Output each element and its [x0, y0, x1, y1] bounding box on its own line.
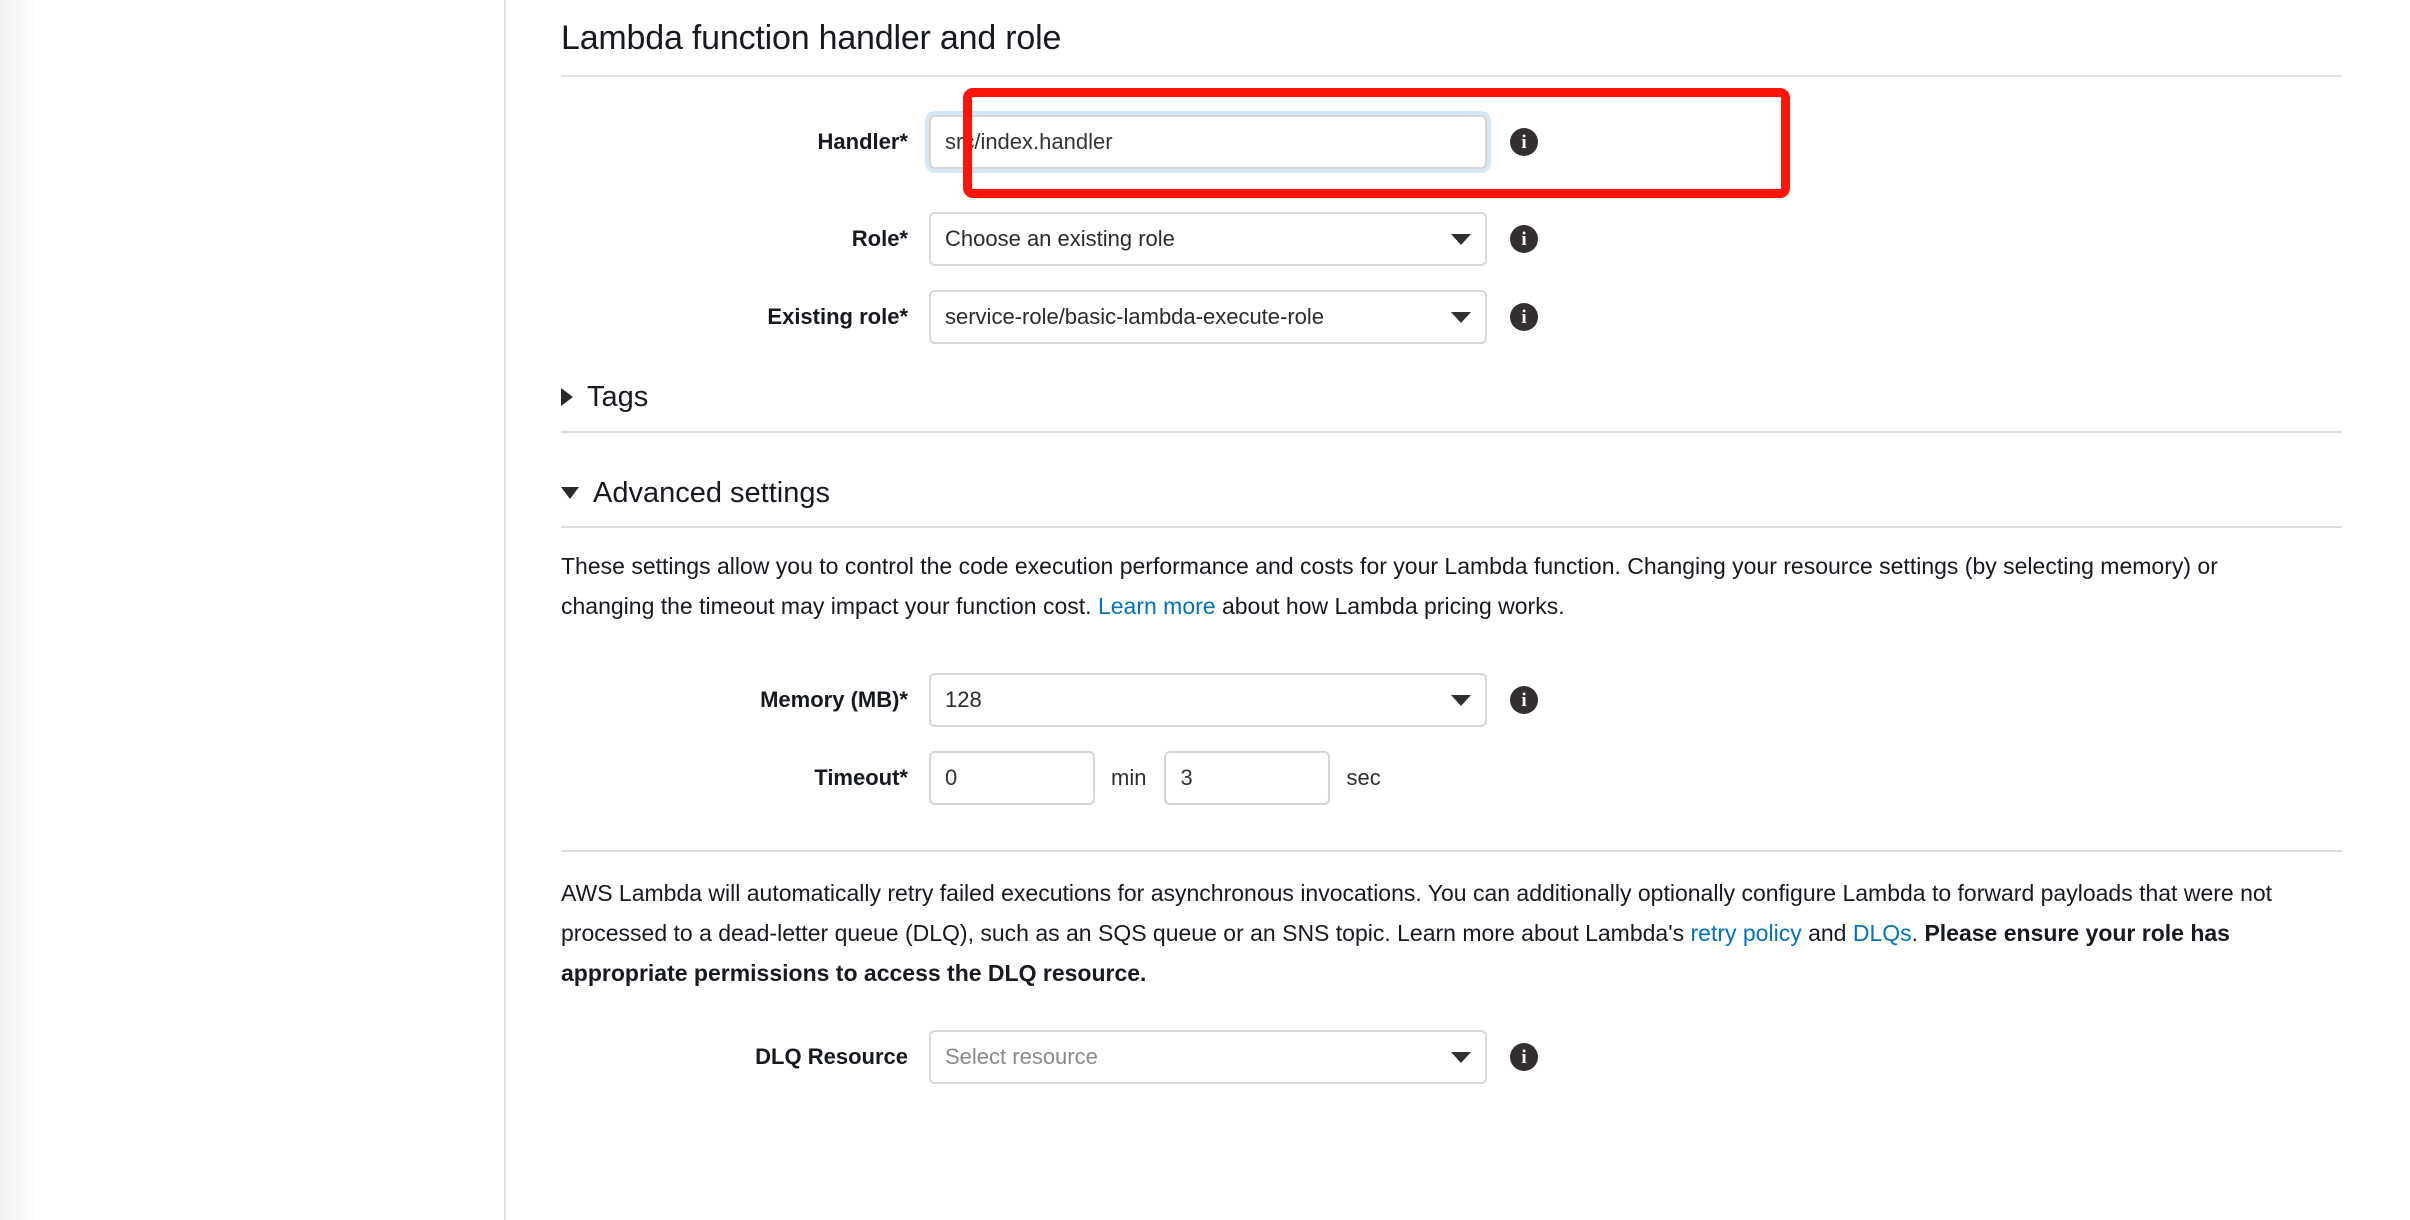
- expander-advanced-settings-label: Advanced settings: [593, 477, 830, 509]
- role-field-wrap: Choose an existing role i: [929, 212, 1538, 266]
- expander-advanced-settings[interactable]: Advanced settings: [561, 475, 2346, 511]
- form-container: Lambda function handler and role Handler…: [561, 0, 2346, 1084]
- memory-row: Memory (MB)* 128 i: [561, 673, 2346, 727]
- advanced-divider: [561, 526, 2342, 528]
- learn-more-link[interactable]: Learn more: [1098, 593, 1216, 619]
- existing-role-row: Existing role* service-role/basic-lambda…: [561, 290, 2346, 344]
- existing-role-select[interactable]: service-role/basic-lambda-execute-role: [929, 290, 1487, 344]
- window-left-edge-shading: [0, 0, 40, 1220]
- handler-input[interactable]: [929, 115, 1487, 169]
- dlq-resource-select[interactable]: Select resource: [929, 1030, 1487, 1084]
- handler-info-icon[interactable]: i: [1510, 128, 1538, 156]
- timeout-seconds-unit: sec: [1346, 765, 1381, 790]
- dlq-resource-label: DLQ Resource: [755, 1044, 908, 1069]
- memory-select-value: 128: [945, 687, 982, 712]
- timeout-minutes-input[interactable]: [929, 751, 1095, 805]
- existing-role-select-value: service-role/basic-lambda-execute-role: [945, 304, 1325, 329]
- retry-policy-link[interactable]: retry policy: [1691, 920, 1802, 946]
- timeout-field-wrap: min sec: [929, 751, 1381, 805]
- memory-info-icon[interactable]: i: [1510, 686, 1538, 714]
- dlq-resource-field-wrap: Select resource i: [929, 1030, 1538, 1084]
- role-info-icon[interactable]: i: [1510, 225, 1538, 253]
- chevron-down-icon: [1451, 694, 1471, 706]
- existing-role-label: Existing role*: [767, 304, 908, 329]
- timeout-minutes-unit: min: [1111, 765, 1147, 790]
- memory-field-wrap: 128 i: [929, 673, 1538, 727]
- memory-select[interactable]: 128: [929, 673, 1487, 727]
- main-content-pane: Lambda function handler and role Handler…: [506, 0, 2410, 1220]
- page-root: Lambda function handler and role Handler…: [0, 0, 2410, 1220]
- role-select[interactable]: Choose an existing role: [929, 212, 1487, 266]
- handler-row: Handler* i: [561, 115, 2346, 169]
- handler-label: Handler*: [817, 129, 908, 154]
- dlq-section-divider: [561, 850, 2342, 852]
- existing-role-field-wrap: service-role/basic-lambda-execute-role i: [929, 290, 1538, 344]
- dlq-description-mid: and: [1801, 920, 1853, 946]
- role-label: Role*: [851, 226, 908, 251]
- chevron-down-icon: [561, 487, 579, 499]
- page-title: Lambda function handler and role: [561, 19, 1062, 57]
- chevron-right-icon: [561, 388, 573, 406]
- dlq-resource-info-icon[interactable]: i: [1510, 1043, 1538, 1071]
- dlq-description: AWS Lambda will automatically retry fail…: [561, 873, 2301, 993]
- timeout-label: Timeout*: [814, 765, 908, 790]
- timeout-row: Timeout* min sec: [561, 751, 2346, 805]
- role-row: Role* Choose an existing role i: [561, 212, 2346, 266]
- chevron-down-icon: [1451, 311, 1471, 323]
- memory-label: Memory (MB)*: [760, 687, 908, 712]
- expander-tags[interactable]: Tags: [561, 379, 2346, 415]
- chevron-down-icon: [1451, 233, 1471, 245]
- dlqs-link[interactable]: DLQs: [1853, 920, 1912, 946]
- dlq-description-part2: .: [1911, 920, 1925, 946]
- tags-divider: [561, 431, 2342, 433]
- timeout-seconds-input[interactable]: [1164, 751, 1331, 805]
- handler-field-wrap: i: [929, 115, 1538, 169]
- title-divider: [561, 75, 2342, 77]
- existing-role-info-icon[interactable]: i: [1510, 303, 1538, 331]
- advanced-settings-description: These settings allow you to control the …: [561, 546, 2301, 626]
- role-select-value: Choose an existing role: [945, 226, 1175, 251]
- expander-tags-label: Tags: [587, 381, 649, 413]
- dlq-resource-select-placeholder: Select resource: [945, 1044, 1098, 1069]
- dlq-resource-row: DLQ Resource Select resource i: [561, 1030, 2346, 1084]
- chevron-down-icon: [1451, 1051, 1471, 1063]
- advanced-description-part2: about how Lambda pricing works.: [1215, 593, 1565, 619]
